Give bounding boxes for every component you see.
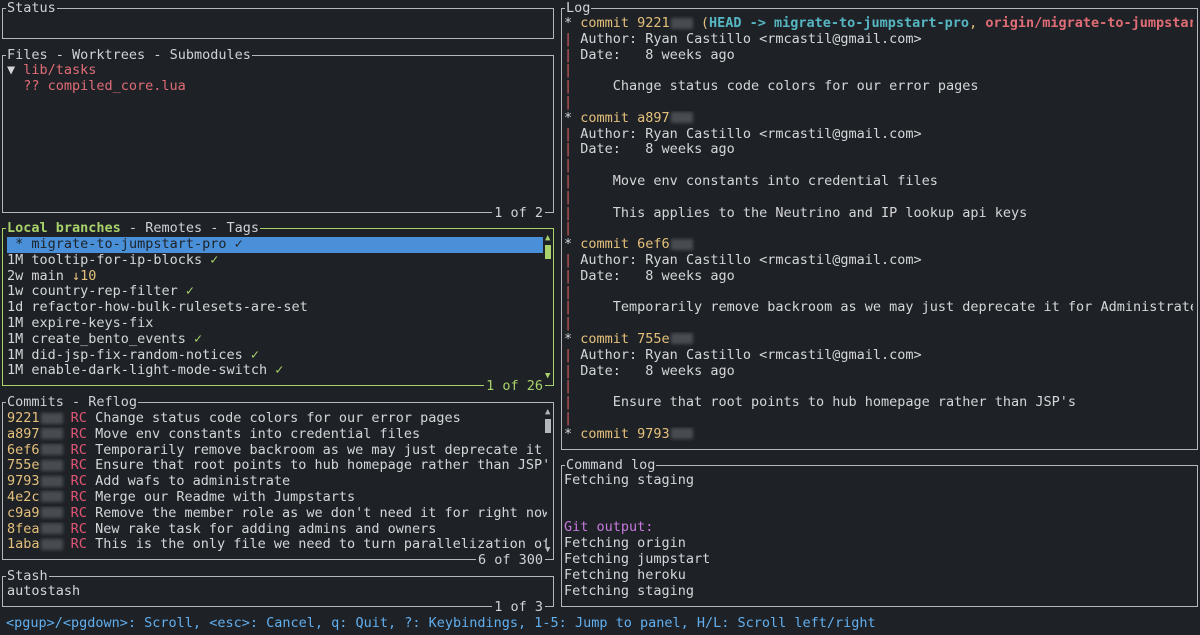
log-title: Log [565,0,592,17]
branch-row[interactable]: 1M enable-dark-light-mode-switch ✓ [7,363,543,379]
tab-tags[interactable]: Tags [226,220,259,236]
scroll-down-icon[interactable]: ▼ [545,545,550,555]
files-panel[interactable]: Files - Worktrees - Submodules ▼ lib/tas… [2,46,554,222]
log-commit-header[interactable]: * commit 755e [564,332,1193,348]
commit-row[interactable]: 6ef6 RC Temporarily remove backroom as w… [7,443,547,459]
head-ref: HEAD -> migrate-to-jumpstart-pro [708,16,970,31]
command-log-panel[interactable]: Command log Fetching staging Git output:… [561,456,1198,607]
commit-row[interactable]: 1aba RC This is the only file we need to… [7,537,547,553]
log-commit-header[interactable]: * commit a897 [564,111,1193,127]
commit-row[interactable]: 4e2c RC Merge our Readme with Jumpstarts [7,490,547,506]
branch-row[interactable]: 2w main ↓10 [7,269,543,285]
branches-panel[interactable]: Local branches - Remotes - Tags * migrat… [2,219,554,395]
branches-count: 1 of 26 [484,377,545,395]
tab-commits[interactable]: Commits [7,394,64,410]
tab-remotes[interactable]: Remotes [145,220,202,236]
log-commit-header[interactable]: * commit 9221 (HEAD -> migrate-to-jumpst… [564,16,1193,32]
tab-submodules[interactable]: Submodules [170,47,251,63]
file-status: ?? [7,78,48,94]
scroll-down-icon[interactable]: ▼ [545,371,550,381]
commit-row[interactable]: 755e RC Ensure that root points to hub h… [7,458,547,474]
branch-row[interactable]: 1d refactor-how-bulk-rulesets-are-set [7,300,543,316]
file-tree-item[interactable]: ▼ lib/tasks [7,63,549,79]
branch-name: migrate-to-jumpstart-pro [31,237,227,252]
commit-row[interactable]: c9a9 RC Remove the member role as we don… [7,506,547,522]
branch-row[interactable]: 1w country-rep-filter ✓ [7,284,543,300]
commits-panel[interactable]: Commits - Reflog 9221 RC Change status c… [2,393,554,569]
commit-row[interactable]: 9793 RC Add wafs to administrate [7,474,547,490]
file-tree-item[interactable]: ?? compiled_core.lua [7,79,549,95]
scroll-up-icon[interactable]: ▲ [545,233,551,243]
branch-row[interactable]: 1M expire-keys-fix [7,316,543,332]
keybinding-footer: <pgup>/<pgdown>: Scroll, <esc>: Cancel, … [6,615,876,631]
origin-ref: origin/migrate-to-jumpstart-pro [985,16,1193,31]
stash-panel[interactable]: Stash autostash 1 of 3 [2,567,554,616]
file-name: compiled_core.lua [47,78,186,94]
scroll-up-icon[interactable]: ▲ [545,407,551,417]
folder-name: lib/tasks [23,63,97,78]
branch-row[interactable]: 1M tooltip-for-ip-blocks ✓ [7,253,543,269]
command-log-title: Command log [565,456,657,474]
commits-scrollbar[interactable]: ▲ ▼ [545,407,551,555]
branch-row[interactable]: 1M did-jsp-fix-random-notices ✓ [7,348,543,364]
scroll-thumb[interactable] [545,245,551,259]
branches-scrollbar[interactable]: ▲ ▼ [545,233,551,381]
tab-worktrees[interactable]: Worktrees [72,47,145,63]
commits-count: 6 of 300 [475,551,545,569]
tab-reflog[interactable]: Reflog [88,394,137,410]
branch-row-selected[interactable]: * migrate-to-jumpstart-pro ✓ [7,237,543,253]
tab-local-branches[interactable]: Local branches [7,220,121,236]
files-count: 1 of 2 [492,204,545,222]
log-commit-header[interactable]: * commit 9793 [564,427,1193,443]
scroll-thumb[interactable] [545,419,551,433]
git-output-label: Git output: [564,520,654,536]
log-commit-header[interactable]: * commit 6ef6 [564,237,1193,253]
log-panel[interactable]: Log * commit 9221 (HEAD -> migrate-to-ju… [561,0,1198,450]
expand-icon: ▼ [7,63,24,78]
stash-title: Stash [6,567,49,585]
commit-row[interactable]: 9221 RC Change status code colors for ou… [7,411,547,427]
branch-row[interactable]: 1M create_bento_events ✓ [7,332,543,348]
commit-row[interactable]: a897 RC Move env constants into credenti… [7,427,547,443]
status-panel[interactable]: Status ✓ wafris-hub → migrate-to-jumpsta… [2,0,554,39]
stash-item[interactable]: autostash [7,584,549,600]
status-check-icon: ✓ [56,29,64,30]
tab-files[interactable]: Files [7,47,48,63]
commit-row[interactable]: 8fea RC New rake task for adding admins … [7,522,547,538]
